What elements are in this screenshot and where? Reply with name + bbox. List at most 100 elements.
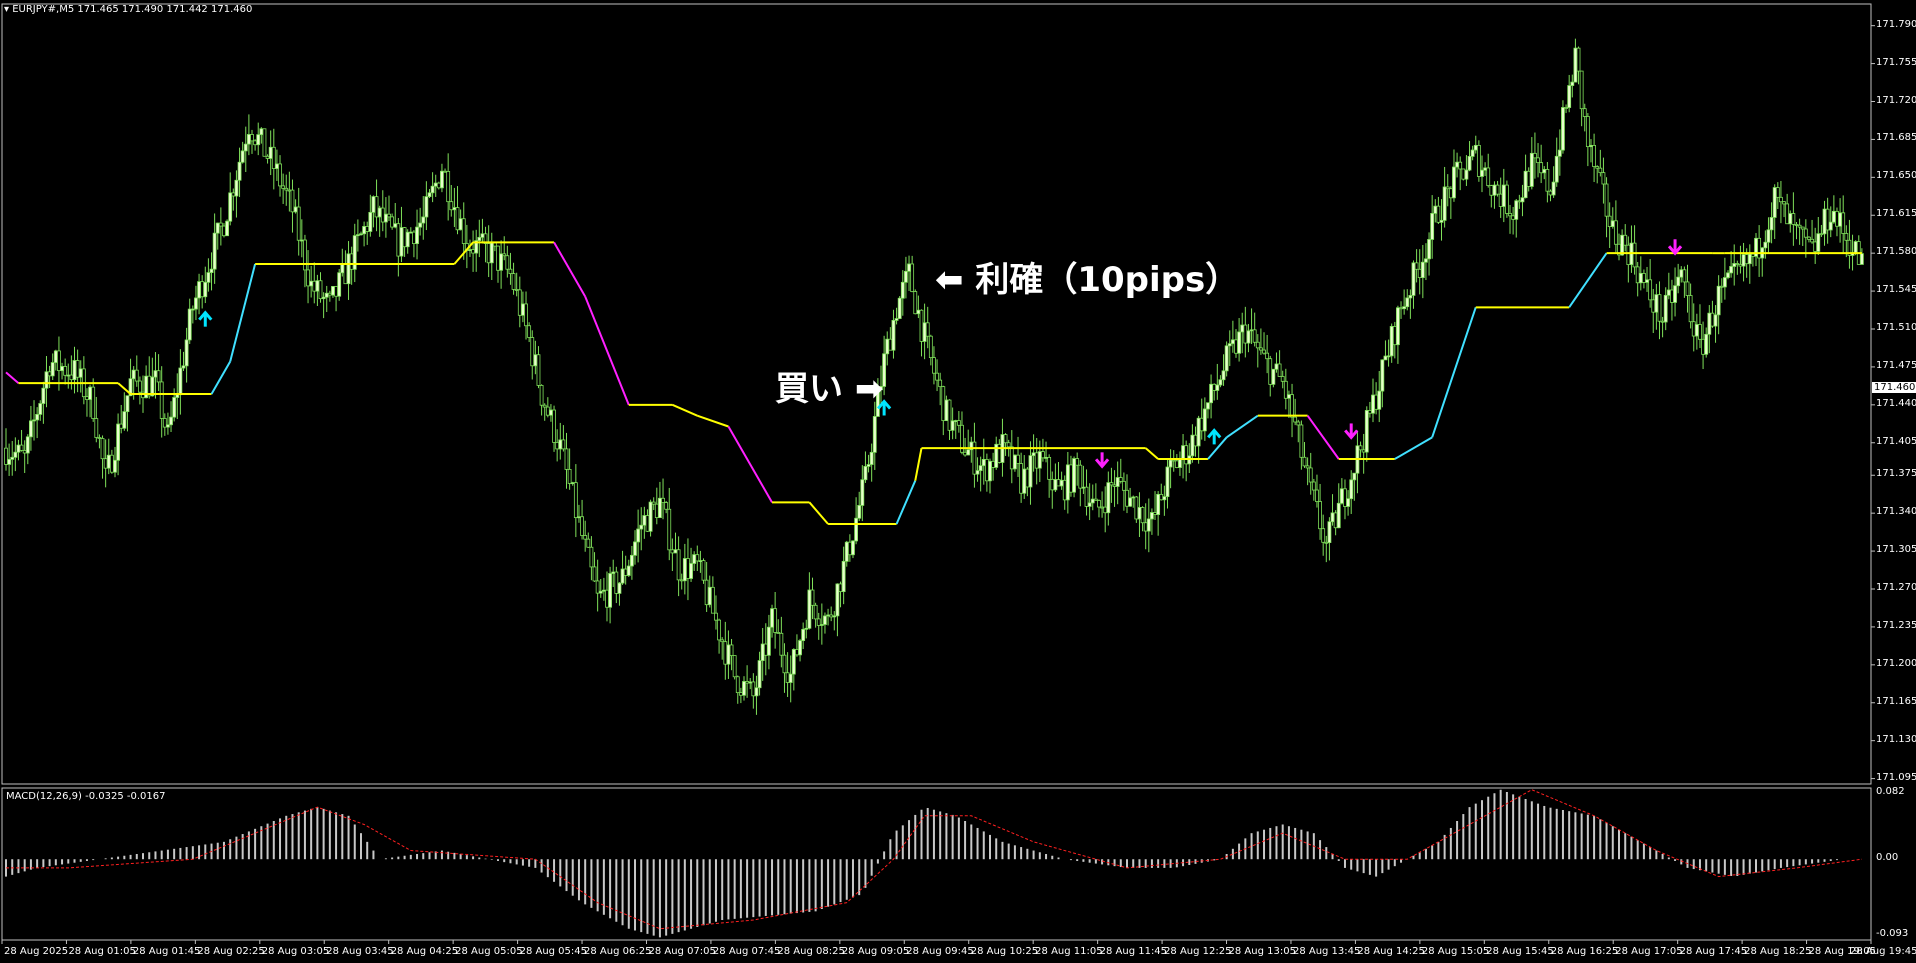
price-tick-label: 171.165 — [1876, 695, 1916, 707]
candle-body — [900, 281, 905, 299]
candle-body — [1548, 190, 1553, 196]
candle-body — [745, 681, 750, 684]
candle-body — [577, 516, 581, 519]
candle-body — [377, 207, 382, 218]
candle-body — [1305, 465, 1310, 469]
candle-body — [222, 225, 226, 237]
candle-body — [947, 399, 952, 431]
candle-body — [1115, 477, 1120, 487]
candle-body — [826, 614, 830, 617]
candle-body — [623, 568, 628, 576]
time-tick-label: 28 Aug 2025 — [4, 946, 69, 957]
candle-body — [1336, 502, 1341, 529]
candle-body — [816, 618, 821, 626]
candle-body — [212, 232, 217, 270]
candle-body — [334, 286, 338, 297]
price-tick-label: 171.510 — [1876, 322, 1916, 333]
candle-body — [1374, 394, 1379, 410]
buy-annotation: 買い ➡ — [775, 369, 884, 409]
candle-body — [1859, 253, 1864, 265]
candle-body — [754, 687, 759, 697]
candle-body — [710, 586, 715, 614]
candle-body — [427, 192, 432, 198]
candle-body — [343, 263, 348, 285]
candle-body — [658, 497, 662, 519]
candle-body — [1327, 521, 1332, 544]
candle-body — [499, 253, 504, 271]
candle-body — [243, 143, 248, 152]
candle-body — [1473, 144, 1478, 151]
candle-body — [281, 185, 286, 189]
candle-body — [866, 464, 871, 467]
candle-body — [1713, 314, 1718, 327]
candle-body — [1414, 262, 1419, 270]
candle-body — [1202, 408, 1207, 432]
candle-body — [253, 140, 258, 146]
title-menu-icon[interactable]: ▾ — [4, 4, 12, 15]
candle-body — [1417, 268, 1422, 278]
candle-body — [4, 447, 8, 465]
candle-body — [240, 150, 245, 163]
candle-body — [1022, 468, 1027, 494]
candle-body — [1290, 394, 1294, 418]
candle-body — [1084, 486, 1089, 507]
candle-body — [418, 222, 423, 228]
candle-body — [1810, 238, 1814, 243]
candle-body — [1268, 358, 1273, 385]
candle-body — [162, 418, 167, 428]
candle-body — [583, 535, 588, 540]
candle-body — [1582, 108, 1587, 117]
candle-body — [262, 128, 267, 157]
candle-body — [1349, 479, 1354, 500]
candle-body — [1028, 455, 1033, 488]
candle-body — [1389, 326, 1394, 357]
candle-body — [1308, 467, 1313, 483]
candle-body — [113, 459, 117, 473]
candle-body — [751, 681, 756, 697]
candle-body — [1240, 324, 1245, 333]
candle-body — [1822, 208, 1827, 235]
candle-body — [530, 337, 535, 367]
candle-body — [346, 253, 351, 285]
candle-body — [1772, 187, 1777, 218]
candle-body — [1722, 277, 1727, 288]
candle-body — [1508, 213, 1512, 217]
candle-body — [1302, 456, 1307, 467]
candle-body — [1361, 449, 1366, 453]
candle-body — [888, 338, 893, 351]
candle-body — [570, 482, 575, 485]
candle-body — [181, 365, 186, 369]
candle-body — [932, 357, 936, 374]
candle-body — [1299, 424, 1304, 458]
candle-body — [1763, 241, 1768, 249]
candle-body — [1841, 212, 1846, 234]
candle-body — [601, 589, 606, 592]
candle-body — [25, 436, 30, 454]
sell-arrow-icon — [1344, 423, 1359, 440]
time-tick-label: 28 Aug 03:05 — [261, 946, 330, 957]
candle-body — [782, 654, 787, 674]
candle-body — [1184, 445, 1189, 465]
candle-body — [1125, 489, 1129, 507]
signal-line-segment — [553, 241, 587, 297]
time-tick-label: 28 Aug 02:25 — [197, 946, 265, 957]
candle-body — [1682, 269, 1687, 283]
chart-canvas[interactable] — [0, 0, 1916, 963]
price-tick-label: 171.475 — [1876, 359, 1916, 371]
candle-body — [1576, 47, 1581, 72]
candle-body — [1081, 486, 1086, 489]
signal-line-segment — [727, 426, 773, 503]
candle-body — [374, 196, 379, 218]
buy-arrow-icon — [198, 310, 213, 327]
candle-body — [1470, 149, 1475, 157]
candle-body — [1044, 457, 1048, 459]
candle-body — [1255, 341, 1260, 349]
candle-body — [966, 449, 971, 456]
candle-body — [1526, 170, 1531, 187]
candle-body — [296, 206, 301, 241]
candle-body — [309, 280, 314, 287]
candle-body — [1199, 417, 1204, 432]
candle-body — [29, 420, 33, 438]
candle-body — [1181, 445, 1185, 460]
candle-body — [1648, 279, 1653, 301]
